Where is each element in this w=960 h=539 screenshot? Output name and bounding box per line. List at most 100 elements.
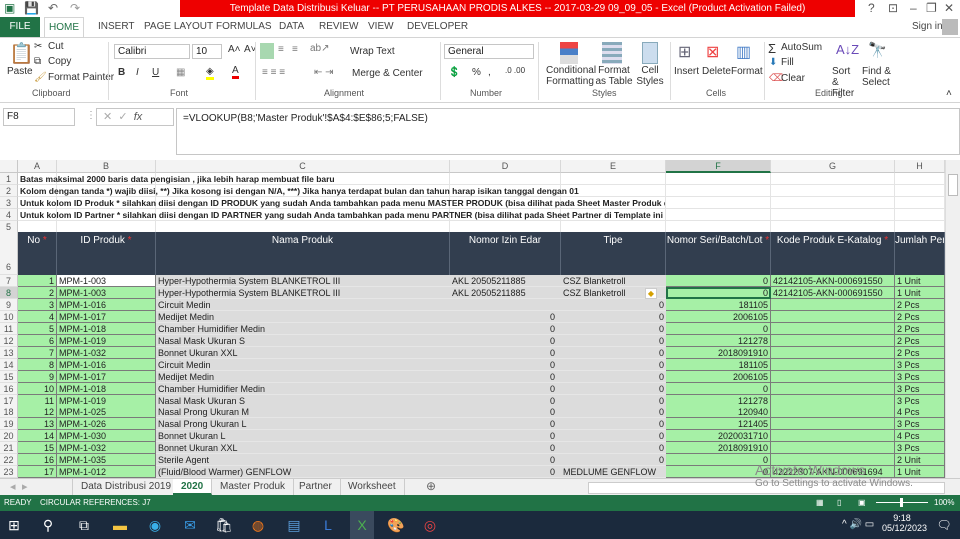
column-header[interactable]: D [450, 160, 561, 173]
cell[interactable] [561, 173, 666, 185]
format-cells-button[interactable]: Format [731, 66, 763, 77]
table-cell[interactable]: Nasal Mask Ukuran S [156, 334, 450, 347]
cell[interactable] [450, 173, 561, 185]
search-icon[interactable]: ⚲ [38, 515, 58, 535]
table-cell[interactable]: MPM-1-003 [57, 286, 156, 299]
new-sheet-button[interactable]: ⊕ [426, 479, 436, 493]
app-icon[interactable]: ▤ [284, 515, 304, 535]
row-header[interactable]: 16 [0, 382, 18, 395]
cell[interactable] [895, 185, 945, 197]
table-cell[interactable]: 0 [561, 310, 666, 323]
cell[interactable] [666, 209, 771, 221]
table-cell[interactable] [771, 394, 895, 407]
column-header[interactable]: H [895, 160, 945, 173]
tab-scroll-left-icon[interactable]: ◂ [10, 480, 16, 493]
cell[interactable] [666, 197, 771, 209]
row-header[interactable]: 18 [0, 406, 18, 419]
tab-home[interactable]: HOME [44, 17, 84, 38]
grow-font-icon[interactable]: A˄ [228, 44, 241, 55]
cell[interactable] [18, 221, 57, 233]
table-cell[interactable]: 1 [18, 275, 57, 287]
table-cell[interactable]: 2018091910 [666, 442, 771, 455]
table-cell[interactable]: MPM-1-019 [57, 334, 156, 347]
table-cell[interactable]: 0 [450, 322, 561, 335]
collapse-ribbon-icon[interactable]: ˄ [946, 88, 952, 99]
table-cell[interactable]: 2 Pcs [895, 310, 945, 323]
table-cell[interactable] [771, 298, 895, 311]
copy-button[interactable]: Copy [48, 56, 71, 67]
cell[interactable] [450, 197, 561, 209]
table-cell[interactable]: 121278 [666, 394, 771, 407]
table-cell[interactable]: 4 Pcs [895, 430, 945, 443]
cell[interactable] [156, 173, 450, 185]
row-header[interactable]: 5 [0, 221, 18, 233]
font-size-select[interactable]: 10 [192, 44, 222, 59]
store-icon[interactable]: 🛍 [214, 515, 234, 535]
wrap-text-button[interactable]: Wrap Text [350, 46, 395, 57]
file-explorer-icon[interactable]: ▬ [110, 515, 130, 535]
row-header[interactable]: 13 [0, 346, 18, 359]
table-cell[interactable]: 0 [561, 358, 666, 371]
fill-button[interactable]: Fill [781, 57, 794, 68]
table-cell[interactable] [771, 358, 895, 371]
minimize-icon[interactable]: – [910, 1, 917, 15]
table-cell[interactable] [771, 382, 895, 395]
cell[interactable] [18, 185, 57, 197]
align-top-icon[interactable] [260, 43, 274, 59]
table-cell[interactable]: 0 [450, 334, 561, 347]
tab-scroll-right-icon[interactable]: ▸ [22, 480, 28, 493]
table-cell[interactable]: 0 [561, 298, 666, 311]
table-cell[interactable]: 42222307-AKN-000691694 [771, 466, 895, 479]
table-cell[interactable]: Bonnet Ukuran L [156, 430, 450, 443]
firefox-icon[interactable]: ◍ [248, 515, 268, 535]
table-cell[interactable]: 0 [561, 334, 666, 347]
table-cell[interactable]: 0 [666, 322, 771, 335]
table-cell[interactable]: 16 [18, 454, 57, 467]
table-cell[interactable]: MPM-1-026 [57, 418, 156, 431]
tab-developer[interactable]: DEVELOPER [407, 17, 468, 37]
table-cell[interactable]: 0 [561, 346, 666, 359]
cell[interactable] [771, 221, 895, 233]
accounting-icon[interactable]: 💲 [448, 67, 460, 78]
cell[interactable] [561, 221, 666, 233]
table-cell[interactable]: 42142105-AKN-000691550 [771, 286, 895, 299]
table-cell[interactable]: Medijet Medin [156, 310, 450, 323]
row-header[interactable]: 9 [0, 298, 18, 311]
cell[interactable] [666, 185, 771, 197]
table-cell[interactable]: 0 [561, 394, 666, 407]
row-header[interactable]: 12 [0, 334, 18, 347]
table-cell[interactable]: 13 [18, 418, 57, 431]
column-header[interactable]: A [18, 160, 57, 173]
row-header[interactable]: 1 [0, 173, 18, 185]
table-cell[interactable]: 0 [450, 454, 561, 467]
cell[interactable] [666, 173, 771, 185]
merge-center-button[interactable]: Merge & Center [352, 68, 423, 79]
cell[interactable] [156, 209, 450, 221]
orientation-icon[interactable]: ab↗ [310, 43, 330, 54]
cell[interactable] [895, 221, 945, 233]
table-cell[interactable] [771, 406, 895, 419]
table-cell[interactable]: 15 [18, 442, 57, 455]
font-color-icon[interactable]: A [232, 65, 239, 79]
table-cell[interactable] [771, 346, 895, 359]
table-cell[interactable]: MPM-1-032 [57, 346, 156, 359]
row-header[interactable]: 22 [0, 454, 18, 467]
row-header[interactable]: 7 [0, 275, 18, 287]
autosum-button[interactable]: AutoSum [781, 42, 822, 53]
table-cell[interactable]: 0 [561, 370, 666, 383]
table-cell[interactable]: Sterile Agent [156, 454, 450, 467]
table-cell[interactable]: AKL 20505211885 [450, 275, 561, 287]
table-cell[interactable]: 0 [450, 442, 561, 455]
table-cell[interactable]: CSZ Blanketroll [561, 286, 666, 299]
cell[interactable] [561, 197, 666, 209]
underline-button[interactable]: U [152, 67, 159, 78]
table-cell[interactable]: 9 [18, 370, 57, 383]
row-header[interactable]: 19 [0, 418, 18, 431]
cell[interactable] [561, 209, 666, 221]
cut-button[interactable]: Cut [48, 41, 64, 52]
tab-view[interactable]: VIEW [368, 17, 394, 37]
ribbon-display-icon[interactable]: ⊡ [888, 1, 898, 15]
italic-button[interactable]: I [136, 67, 139, 78]
cell[interactable] [771, 185, 895, 197]
table-cell[interactable]: 3 Pcs [895, 358, 945, 371]
